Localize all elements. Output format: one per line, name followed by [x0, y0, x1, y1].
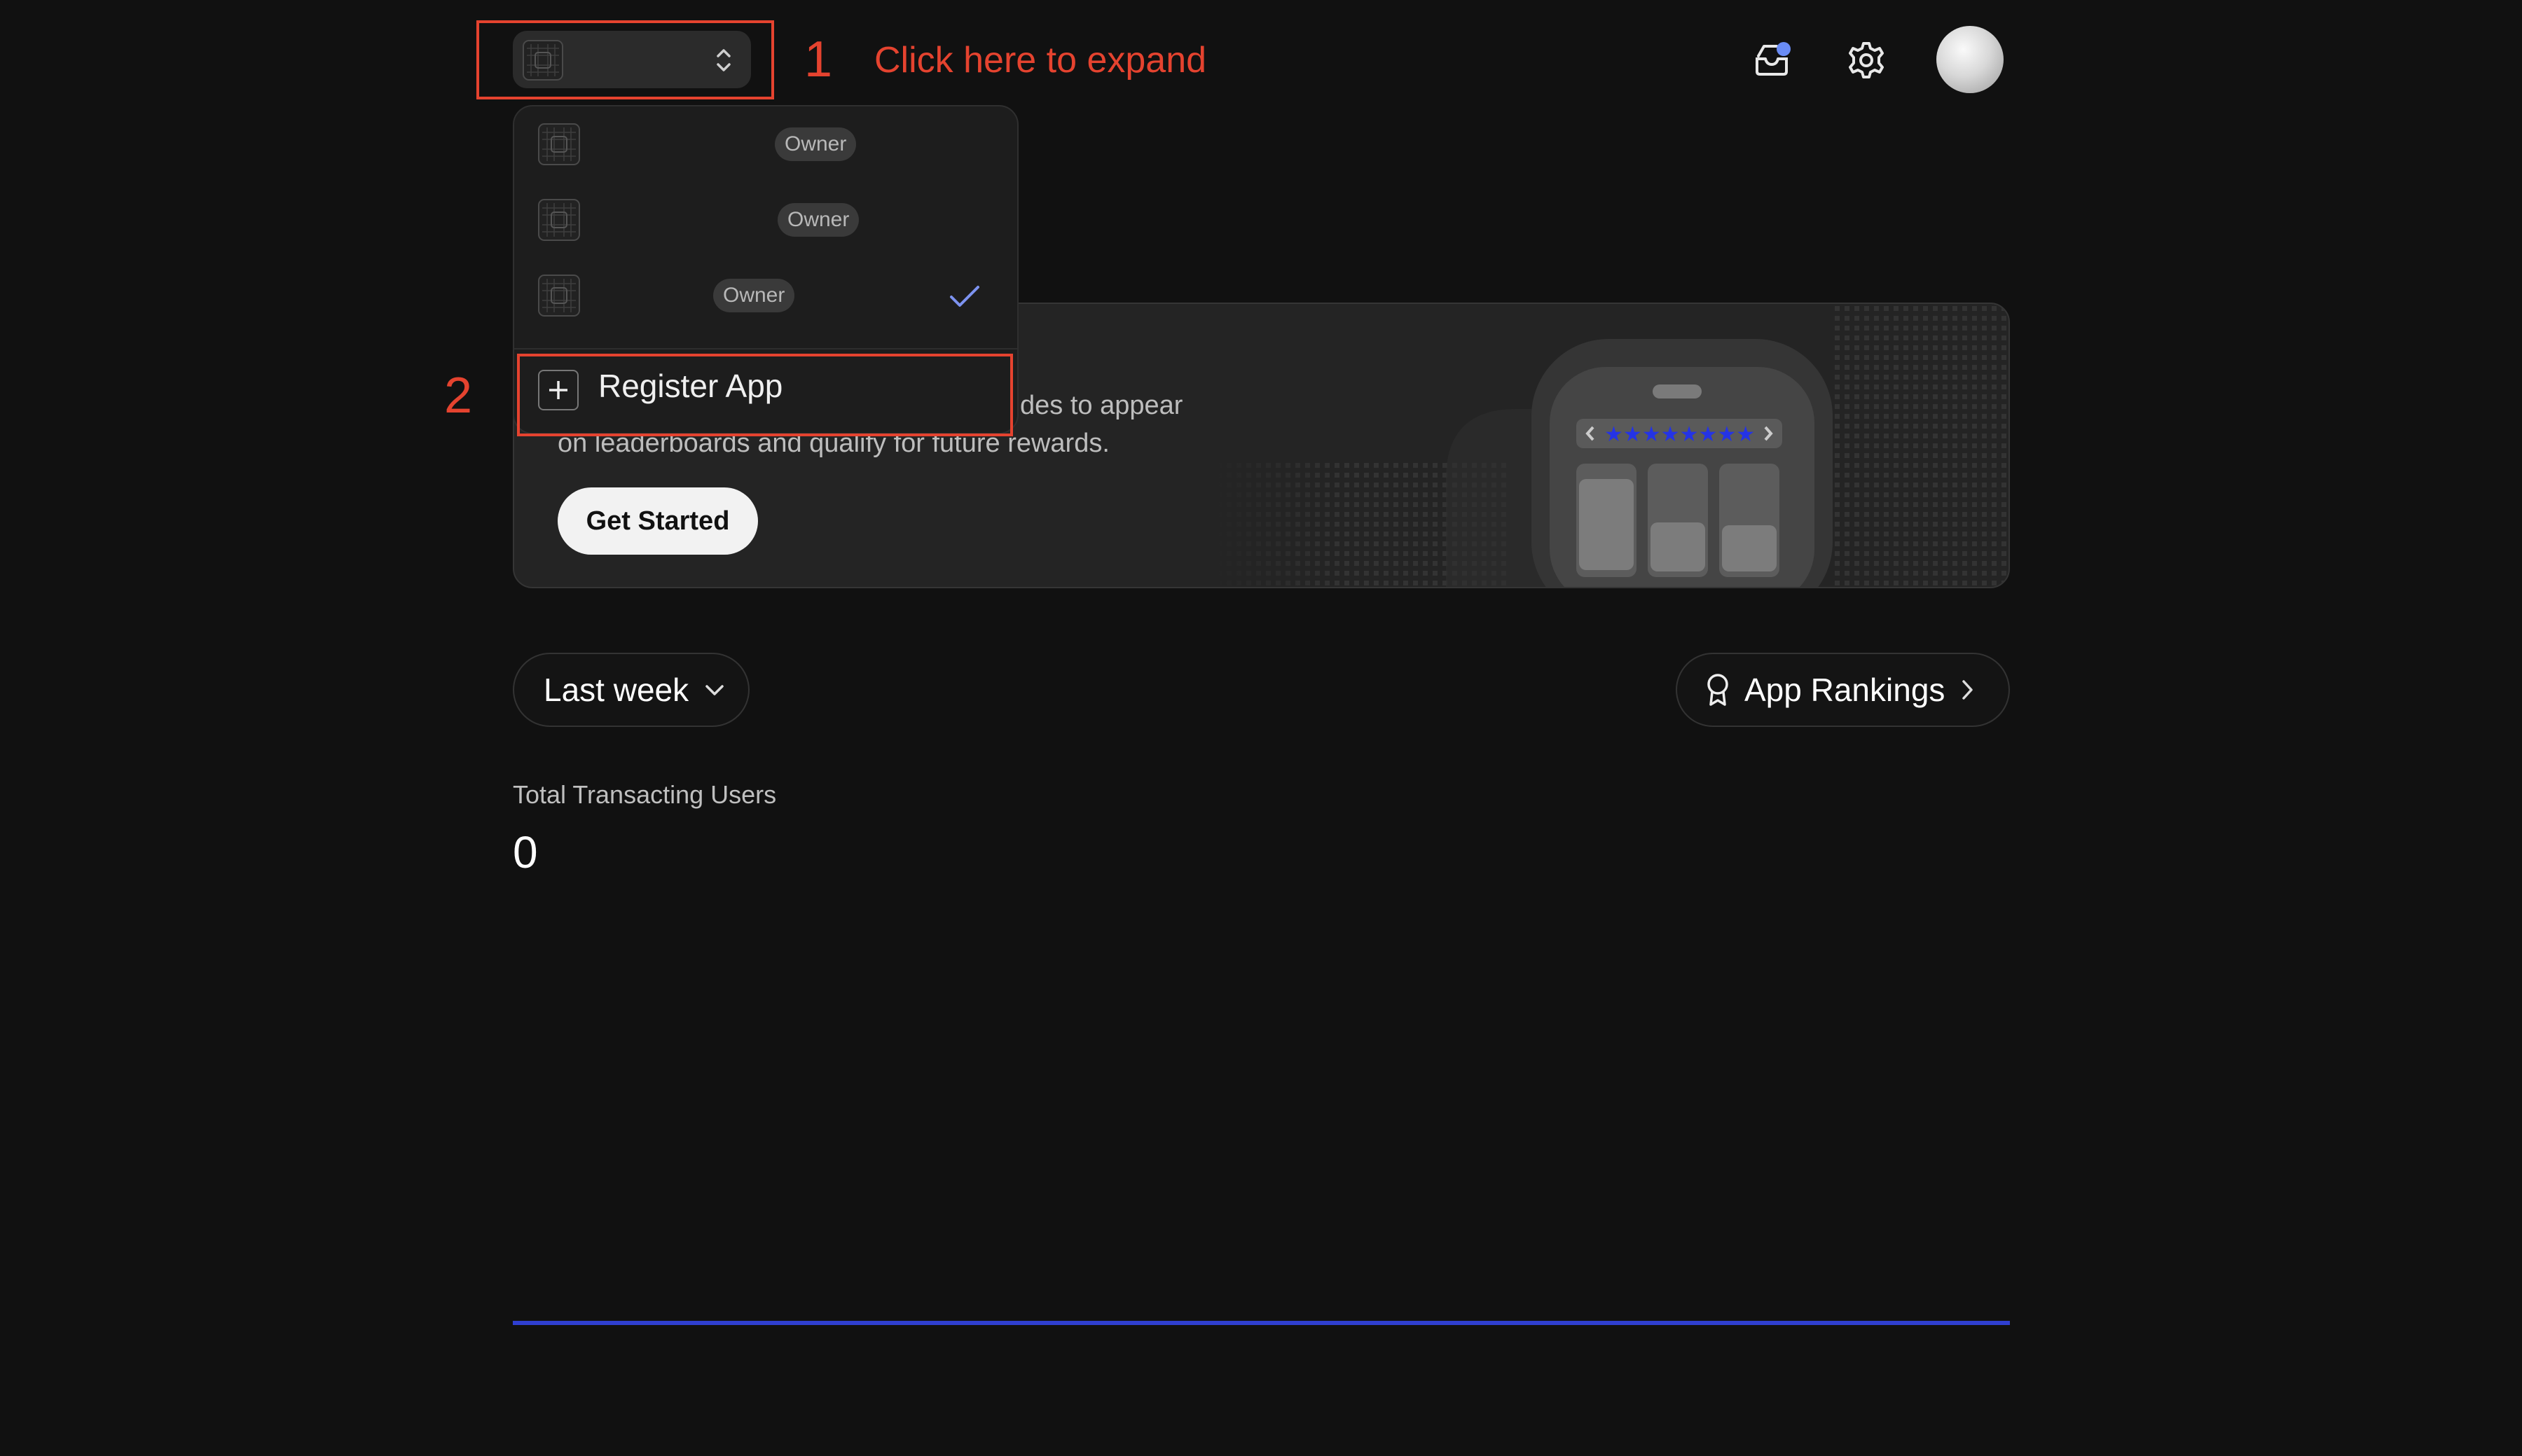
period-filter-dropdown[interactable]: Last week	[513, 653, 750, 727]
dropdown-app-item-1[interactable]: Owner	[514, 106, 1017, 182]
notification-dot	[1777, 42, 1791, 56]
chevron-right-icon	[1962, 680, 1973, 700]
dropdown-divider	[514, 348, 1017, 349]
role-badge: Owner	[713, 279, 795, 312]
role-badge: Owner	[775, 127, 857, 161]
inbox-icon[interactable]	[1751, 39, 1793, 81]
grid-app-icon	[538, 123, 580, 165]
dropdown-app-item-3[interactable]: Owner	[514, 258, 1017, 333]
gear-icon[interactable]	[1845, 39, 1887, 81]
dropdown-app-item-2[interactable]: Owner	[514, 182, 1017, 258]
app-rankings-label: App Rankings	[1744, 672, 1945, 708]
step1-number: 1	[804, 32, 833, 88]
step2-highlight-box	[517, 354, 1013, 436]
app-rankings-button[interactable]: App Rankings	[1676, 653, 2010, 727]
role-badge: Owner	[778, 203, 860, 237]
user-avatar[interactable]	[1936, 26, 2004, 93]
get-started-button[interactable]: Get Started	[558, 487, 758, 555]
step1-instruction: Click here to expand	[874, 40, 1207, 81]
step1-highlight-box	[476, 20, 774, 99]
total-transacting-users-label: Total Transacting Users	[513, 780, 777, 809]
svg-text:★★★★★★★★: ★★★★★★★★	[1604, 422, 1755, 447]
period-filter-label: Last week	[544, 672, 689, 708]
chart-baseline	[513, 1321, 2010, 1325]
phone-illustration: ★★★★★★★★	[1215, 304, 2008, 587]
step2-number: 2	[444, 368, 473, 424]
grid-app-icon	[538, 275, 580, 317]
grid-app-icon	[538, 199, 580, 241]
checkmark-icon	[950, 286, 979, 307]
award-ribbon-icon	[1707, 674, 1728, 706]
total-transacting-users-value: 0	[513, 827, 538, 878]
chevron-down-icon	[705, 685, 724, 695]
